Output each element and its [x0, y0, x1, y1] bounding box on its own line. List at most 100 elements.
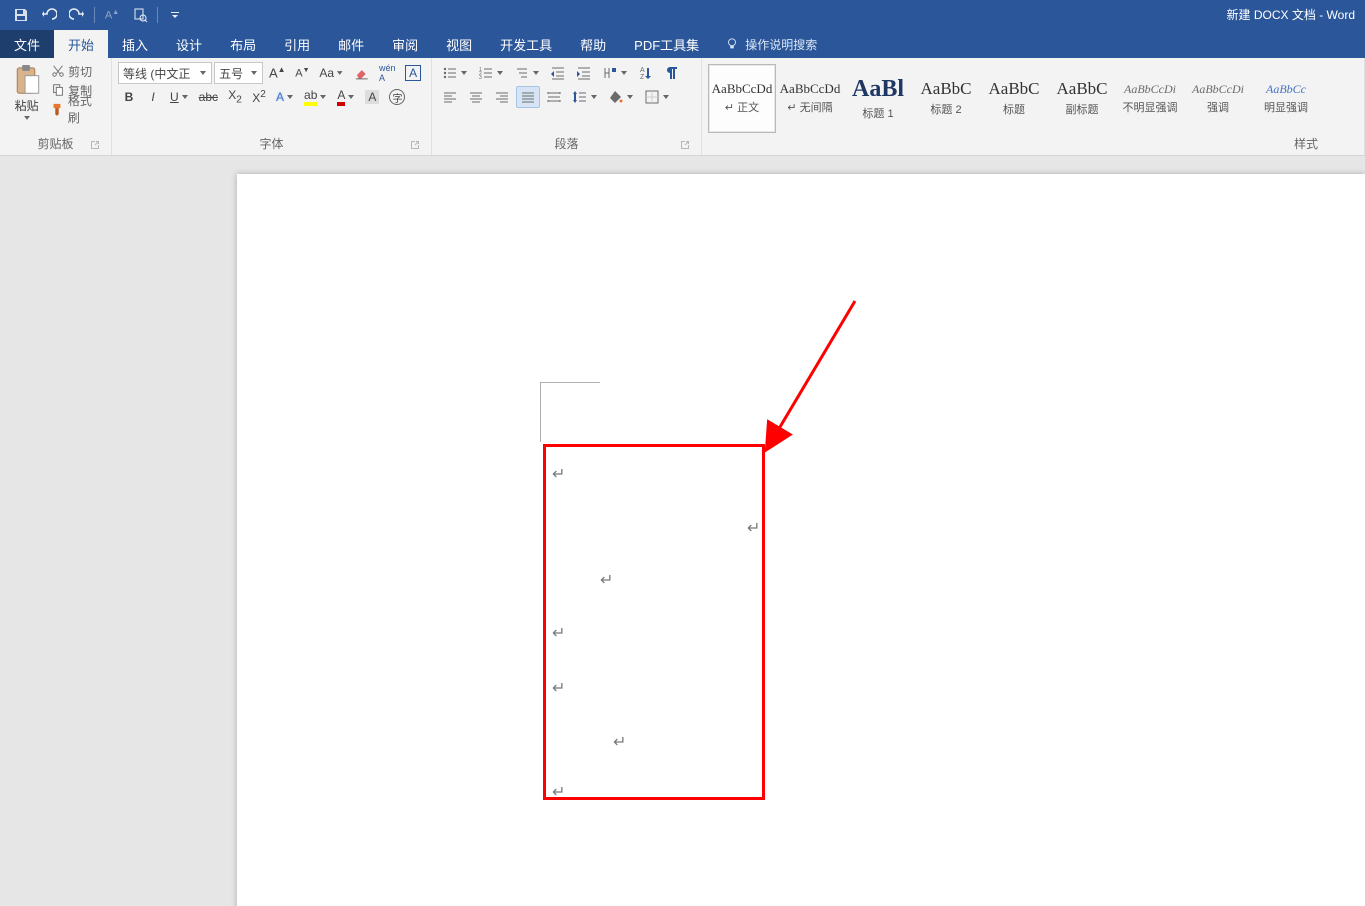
paragraph-mark: ↵ [747, 518, 760, 538]
paint-bucket-icon [608, 89, 624, 105]
paste-button[interactable]: 粘贴 [6, 62, 47, 122]
style-name-label: 标题 1 [862, 105, 893, 121]
ribbon: 粘贴 剪切 复制 格式刷 剪贴板 等线 (中文正 五号 A▲ A▼ Aa wén… [0, 58, 1365, 156]
asian-layout-button[interactable] [598, 62, 632, 84]
tab-layout[interactable]: 布局 [216, 30, 270, 58]
multilevel-list-button[interactable] [510, 62, 544, 84]
paragraph-mark: ↵ [600, 570, 613, 590]
font-size-select[interactable]: 五号 [214, 62, 263, 84]
qat-redo-button[interactable] [64, 3, 90, 27]
grow-font-button[interactable]: A▲ [265, 62, 289, 84]
shrink-font-button[interactable]: A▼ [291, 62, 313, 84]
eraser-icon [354, 65, 370, 81]
style-item-1[interactable]: AaBbCcDd↵ 无间隔 [776, 64, 844, 133]
borders-button[interactable] [640, 86, 674, 108]
style-preview: AaBbCcDd [780, 82, 841, 95]
numbering-button[interactable]: 123 [474, 62, 508, 84]
qat-save-button[interactable] [8, 3, 34, 27]
superscript-button[interactable]: X2 [248, 86, 270, 108]
tab-design[interactable]: 设计 [162, 30, 216, 58]
paragraph-mark: ↵ [613, 732, 626, 752]
format-painter-button[interactable]: 格式刷 [49, 100, 105, 118]
group-styles-label: 样式 [1294, 137, 1318, 151]
dialog-launcher-icon[interactable] [409, 139, 421, 151]
text-effects-button[interactable]: A [272, 86, 298, 108]
dialog-launcher-icon[interactable] [89, 139, 101, 151]
style-item-4[interactable]: AaBbC标题 [980, 64, 1048, 133]
character-border-button[interactable]: A [401, 62, 425, 84]
char-shading-button[interactable]: A [361, 86, 383, 108]
align-right-button[interactable] [490, 86, 514, 108]
qat-customize-button[interactable] [162, 3, 188, 27]
clear-formatting-button[interactable] [350, 62, 374, 84]
font-name-select[interactable]: 等线 (中文正 [118, 62, 212, 84]
phonetic-guide-button[interactable]: wénA [375, 62, 399, 84]
style-item-0[interactable]: AaBbCcDd↵ 正文 [708, 64, 776, 133]
outdent-icon [550, 65, 566, 81]
tab-home[interactable]: 开始 [54, 30, 108, 58]
underline-button[interactable]: U [166, 86, 193, 108]
doc-name: 新建 DOCX 文档 [1227, 8, 1316, 22]
italic-button[interactable]: I [142, 86, 164, 108]
paragraph-mark: ↵ [552, 464, 565, 484]
tell-me-search[interactable]: 操作说明搜索 [713, 30, 829, 58]
style-name-label: ↵ 正文 [725, 99, 759, 115]
style-preview: AaBbC [989, 80, 1040, 97]
page[interactable]: ↵↵↵↵↵↵↵ [237, 174, 1365, 906]
svg-text:A: A [640, 67, 645, 74]
chevron-down-icon [250, 69, 258, 77]
tab-insert[interactable]: 插入 [108, 30, 162, 58]
document-area[interactable]: ↵↵↵↵↵↵↵ [0, 156, 1365, 906]
annotation-arrow [237, 174, 238, 175]
show-marks-button[interactable] [660, 62, 684, 84]
qat-print-preview-button[interactable] [127, 3, 153, 27]
indent-icon [576, 65, 592, 81]
dialog-launcher-icon[interactable] [679, 139, 691, 151]
style-preview: AaBbCc [1266, 83, 1306, 95]
decrease-indent-button[interactable] [546, 62, 570, 84]
style-preview: AaBbC [1057, 80, 1108, 97]
cut-button[interactable]: 剪切 [49, 62, 105, 80]
style-item-7[interactable]: AaBbCcDi强调 [1184, 64, 1252, 133]
align-justify-button[interactable] [516, 86, 540, 108]
group-styles: AaBbCcDd↵ 正文AaBbCcDd↵ 无间隔AaBl标题 1AaBbC标题… [702, 58, 1365, 155]
style-item-8[interactable]: AaBbCc 明显强调 [1252, 64, 1320, 133]
tab-help[interactable]: 帮助 [566, 30, 620, 58]
qat-font-grow-button[interactable]: A▲ [99, 3, 125, 27]
app-name: Word [1327, 8, 1355, 22]
shading-button[interactable] [604, 86, 638, 108]
style-name-label: 明显强调 [1264, 99, 1308, 115]
style-item-2[interactable]: AaBl标题 1 [844, 64, 912, 133]
highlight-button[interactable]: ab [300, 86, 331, 108]
list-bullet-icon [442, 65, 458, 81]
border-icon [644, 89, 660, 105]
style-item-3[interactable]: AaBbC标题 2 [912, 64, 980, 133]
align-center-button[interactable] [464, 86, 488, 108]
strikethrough-button[interactable]: abc [195, 86, 222, 108]
enclose-char-button[interactable]: 字 [385, 86, 409, 108]
increase-indent-button[interactable] [572, 62, 596, 84]
style-name-label: 强调 [1207, 99, 1229, 115]
bullets-button[interactable] [438, 62, 472, 84]
style-item-5[interactable]: AaBbC副标题 [1048, 64, 1116, 133]
tab-mailings[interactable]: 邮件 [324, 30, 378, 58]
tab-file[interactable]: 文件 [0, 30, 54, 58]
sort-button[interactable]: AZ [634, 62, 658, 84]
tab-view[interactable]: 视图 [432, 30, 486, 58]
tab-pdf-tools[interactable]: PDF工具集 [620, 30, 713, 58]
style-name-label: 标题 2 [930, 101, 961, 117]
align-distribute-button[interactable] [542, 86, 566, 108]
tab-review[interactable]: 审阅 [378, 30, 432, 58]
tab-references[interactable]: 引用 [270, 30, 324, 58]
style-item-6[interactable]: AaBbCcDi不明显强调 [1116, 64, 1184, 133]
change-case-button[interactable]: Aa [315, 62, 347, 84]
bold-button[interactable]: B [118, 86, 140, 108]
qat-undo-button[interactable] [36, 3, 62, 27]
subscript-button[interactable]: X2 [224, 86, 246, 108]
styles-gallery[interactable]: AaBbCcDd↵ 正文AaBbCcDd↵ 无间隔AaBl标题 1AaBbC标题… [708, 62, 1358, 133]
group-font-label: 字体 [259, 137, 283, 151]
line-spacing-button[interactable] [568, 86, 602, 108]
tab-developer[interactable]: 开发工具 [486, 30, 566, 58]
align-left-button[interactable] [438, 86, 462, 108]
font-color-button[interactable]: A [333, 86, 359, 108]
